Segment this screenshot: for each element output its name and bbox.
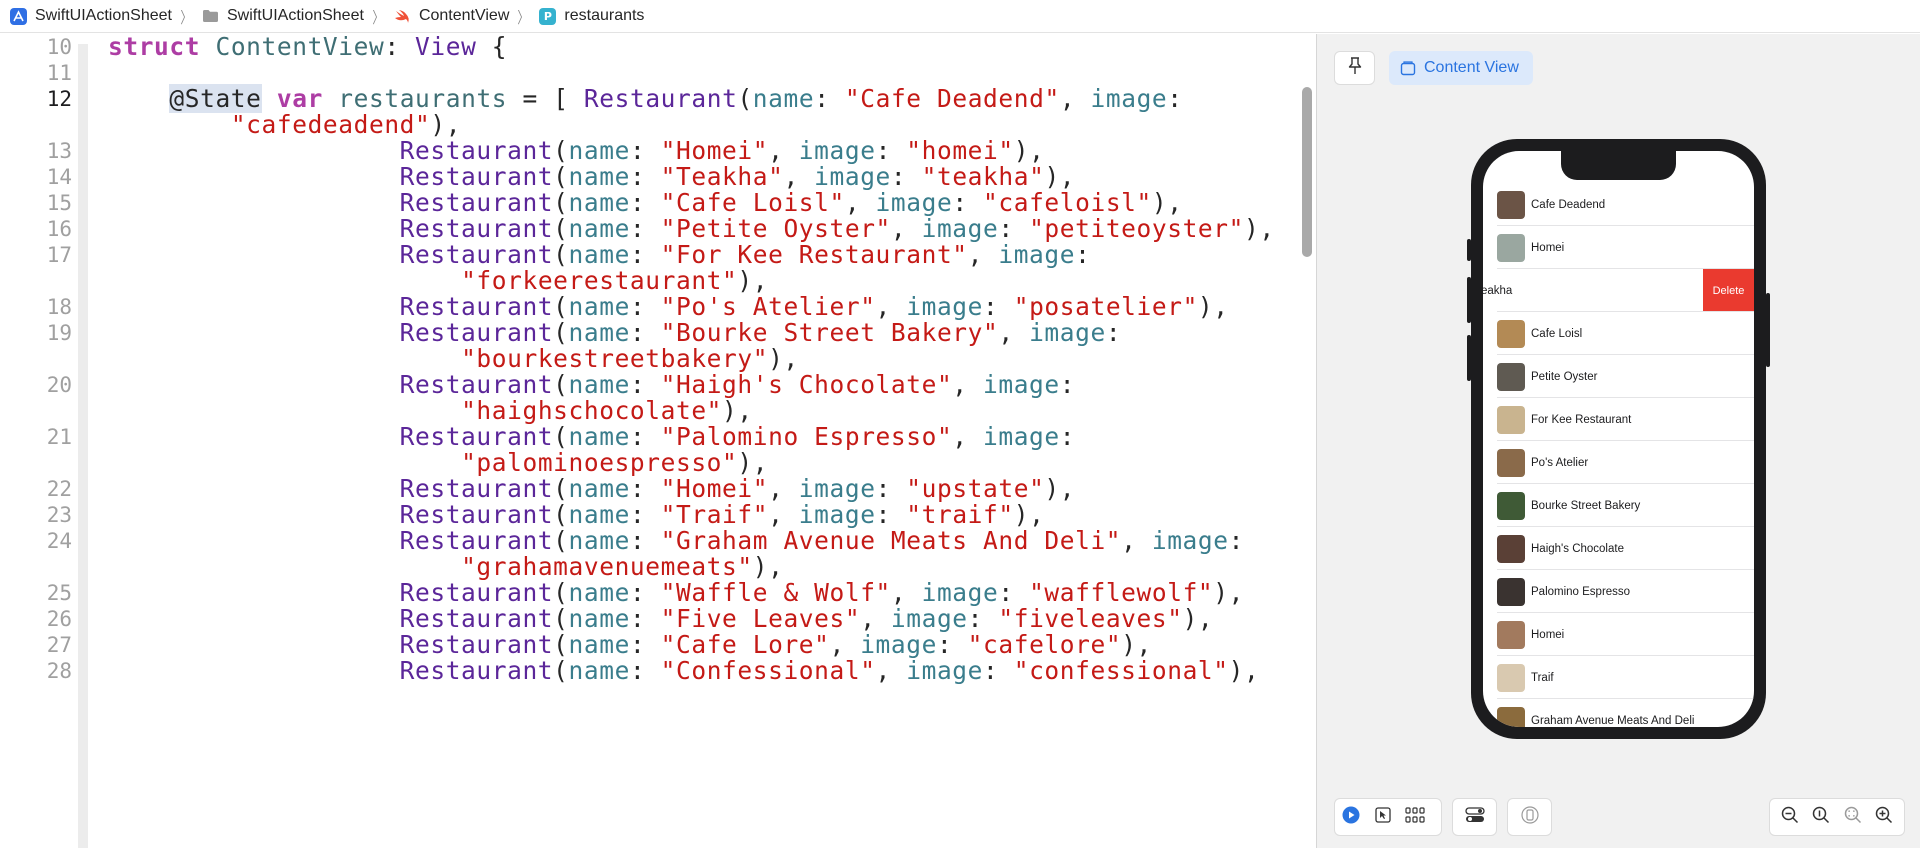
restaurant-row[interactable]: Homei <box>1483 226 1754 269</box>
restaurant-name: Homei <box>1531 628 1565 641</box>
breadcrumb-folder[interactable]: SwiftUIActionSheet <box>202 0 364 33</box>
restaurant-name: Petite Oyster <box>1531 370 1598 383</box>
variants-button[interactable] <box>1399 801 1431 833</box>
restaurant-name: Graham Avenue Meats And Deli <box>1531 714 1695 727</box>
pin-icon <box>1347 56 1363 80</box>
restaurant-name: Haigh's Chocolate <box>1531 542 1624 555</box>
breadcrumb-project[interactable]: SwiftUIActionSheet <box>10 0 172 33</box>
device-settings-button[interactable] <box>1459 801 1491 833</box>
restaurant-thumbnail <box>1497 319 1525 348</box>
orientation-group <box>1507 798 1552 836</box>
property-icon: P <box>539 7 557 25</box>
restaurant-thumbnail <box>1497 706 1525 727</box>
zoom-to-100-button[interactable] <box>1806 801 1838 833</box>
toggles-icon <box>1464 806 1485 828</box>
restaurant-name: Bourke Street Bakery <box>1531 499 1641 512</box>
xcode-project-icon <box>10 7 27 25</box>
breadcrumb-property[interactable]: P restaurants <box>539 0 644 33</box>
restaurant-thumbnail <box>1497 534 1525 563</box>
breadcrumb-label: SwiftUIActionSheet <box>35 7 172 24</box>
pin-preview-button[interactable] <box>1334 51 1375 85</box>
device-screen: Cafe Deadend Homei eakha Delete Cafe Loisl Pe… <box>1483 151 1754 727</box>
restaurant-name: Cafe Deadend <box>1531 198 1606 211</box>
jump-bar: SwiftUIActionSheet 〉 SwiftUIActionSheet … <box>0 0 1920 33</box>
restaurant-row[interactable]: Cafe Loisl <box>1483 312 1754 355</box>
device-notch <box>1561 151 1676 180</box>
restaurant-row[interactable]: Cafe Deadend <box>1483 183 1754 226</box>
zoom-in-button[interactable] <box>1869 801 1901 833</box>
grid-icon <box>1405 806 1425 828</box>
restaurant-row[interactable]: Palomino Espresso <box>1483 570 1754 613</box>
restaurant-thumbnail <box>1497 491 1525 520</box>
device-orientation-button[interactable] <box>1514 801 1546 833</box>
chevron-right-icon: 〉 <box>180 10 192 27</box>
restaurant-thumbnail <box>1497 405 1525 434</box>
breadcrumb-file[interactable]: ContentView <box>394 0 509 33</box>
restaurant-name: Palomino Espresso <box>1531 585 1631 598</box>
restaurant-row[interactable]: Homei <box>1483 613 1754 656</box>
restaurant-row[interactable]: Petite Oyster <box>1483 355 1754 398</box>
code-line[interactable]: 28 Restaurant(name: "Confessional", imag… <box>0 655 1298 687</box>
breadcrumb-label: ContentView <box>418 7 510 24</box>
preview-canvas: Content View Cafe Deadend Homei eakha Delet… <box>1317 34 1920 848</box>
device-settings-group <box>1452 798 1497 836</box>
code-text: Restaurant(name: "Confessional", image: … <box>399 656 1260 685</box>
restaurant-row[interactable]: For Kee Restaurant <box>1483 398 1754 441</box>
restaurant-thumbnail <box>1497 577 1525 606</box>
restaurant-name: eakha <box>1483 284 1513 297</box>
restaurant-name: For Kee Restaurant <box>1531 413 1632 426</box>
preview-device-icon <box>1400 60 1416 76</box>
restaurant-row[interactable]: Bourke Street Bakery <box>1483 484 1754 527</box>
iphone-simulator-frame: Cafe Deadend Homei eakha Delete Cafe Loisl Pe… <box>1467 139 1770 739</box>
restaurant-thumbnail <box>1497 190 1525 219</box>
restaurant-name: Po's Atelier <box>1531 456 1589 469</box>
zoom-fit-icon <box>1844 806 1862 829</box>
content-view-button[interactable]: Content View <box>1389 51 1533 85</box>
restaurant-row[interactable]: Traif <box>1483 656 1754 699</box>
breadcrumb-label: SwiftUIActionSheet <box>226 7 364 24</box>
restaurant-name: Traif <box>1531 671 1554 684</box>
folder-icon <box>202 8 219 25</box>
restaurant-name: Homei <box>1531 241 1565 254</box>
restaurant-thumbnail <box>1497 448 1525 477</box>
restaurant-thumbnail <box>1497 233 1525 262</box>
breadcrumb-label: restaurants <box>564 7 645 24</box>
zoom-to-fit-button[interactable] <box>1837 801 1869 833</box>
swift-file-icon <box>394 8 411 25</box>
delete-button[interactable]: Delete <box>1703 269 1754 312</box>
restaurant-row[interactable]: Haigh's Chocolate <box>1483 527 1754 570</box>
content-view-label: Content View <box>1424 59 1519 76</box>
live-preview-button[interactable] <box>1335 801 1367 833</box>
restaurant-thumbnail <box>1497 620 1525 649</box>
cursor-select-icon <box>1375 806 1391 828</box>
source-editor[interactable]: 10 struct ContentView: View {11 12 @State … <box>0 34 1298 848</box>
preview-mode-group <box>1334 798 1442 836</box>
line-number: 28 <box>46 659 72 683</box>
zoom-in-icon <box>1875 806 1893 829</box>
device-rotate-icon <box>1520 805 1539 829</box>
restaurant-row[interactable]: Po's Atelier <box>1483 441 1754 484</box>
zoom-out-icon <box>1781 806 1799 829</box>
play-icon <box>1342 806 1360 829</box>
restaurant-row[interactable]: eakha Delete <box>1483 269 1754 312</box>
restaurant-row[interactable]: Graham Avenue Meats And Deli <box>1483 699 1754 727</box>
zoom-group <box>1769 798 1905 836</box>
restaurant-name: Cafe Loisl <box>1531 327 1583 340</box>
restaurant-thumbnail <box>1497 362 1525 391</box>
chevron-right-icon: 〉 <box>517 10 529 27</box>
editor-scrollbar[interactable] <box>1302 87 1312 257</box>
selectable-mode-button[interactable] <box>1367 801 1399 833</box>
zoom-out-button[interactable] <box>1774 801 1806 833</box>
zoom-actual-icon <box>1812 806 1830 829</box>
chevron-right-icon: 〉 <box>372 10 384 27</box>
restaurant-thumbnail <box>1497 663 1525 692</box>
